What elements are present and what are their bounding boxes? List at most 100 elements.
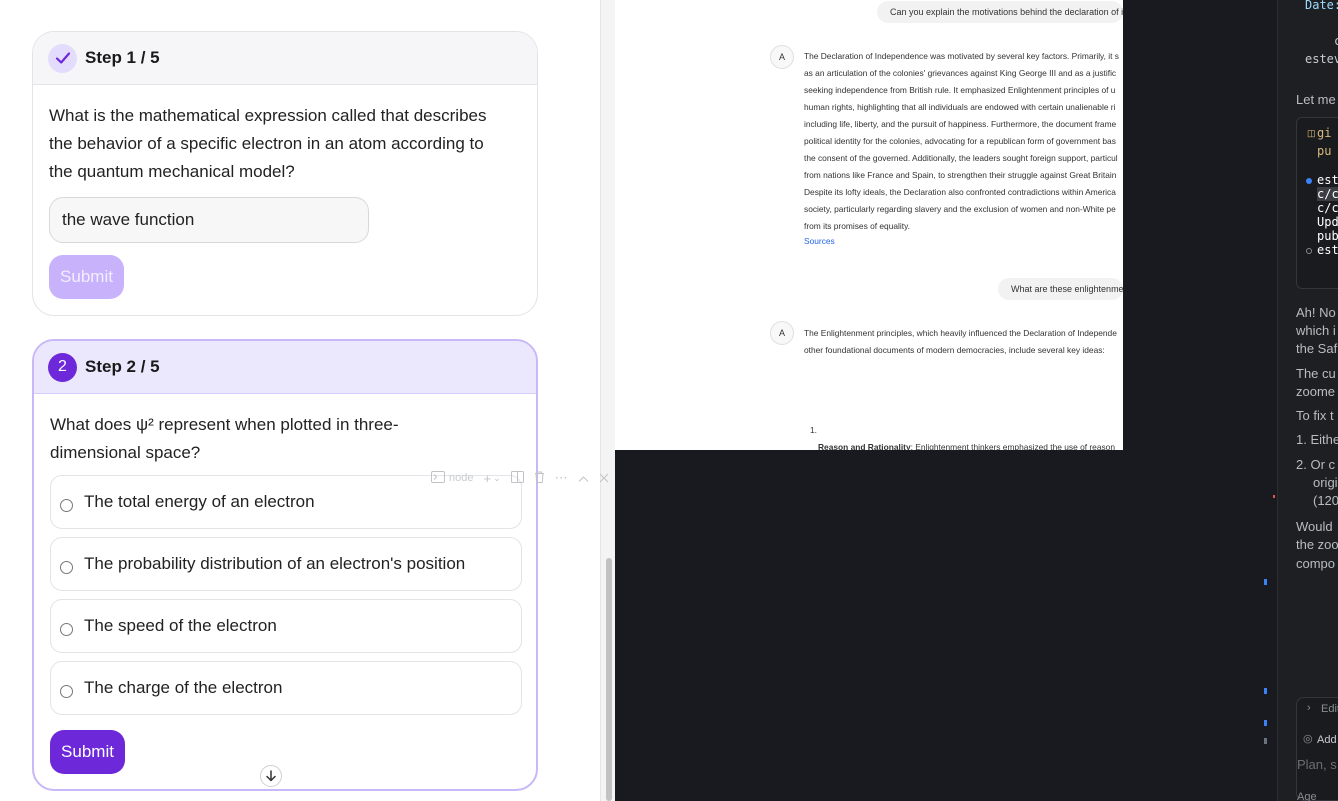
question-text: What does ψ² represent when plotted in t… <box>50 415 399 462</box>
answer-line: The Declaration of Independence was moti… <box>804 51 1119 61</box>
split-icon[interactable] <box>510 470 524 486</box>
answer-line: from its promises of equality. <box>804 221 910 231</box>
chevron-down-icon[interactable]: ⌄ <box>493 473 501 484</box>
scroll-marker <box>1264 688 1267 694</box>
submit-button[interactable]: Submit <box>50 730 125 774</box>
terminal-panel[interactable] <box>615 450 1277 801</box>
message-text: The cu <box>1296 366 1336 381</box>
message-text: Ah! No <box>1296 305 1336 320</box>
answer-input[interactable]: the wave function <box>49 197 369 243</box>
terminal-icon <box>431 470 445 486</box>
scroll-marker <box>1264 720 1267 726</box>
message-text: which i <box>1296 323 1336 338</box>
chevron-right-icon: › <box>1307 702 1311 714</box>
chevron-up-icon[interactable] <box>578 471 589 486</box>
commit-dot <box>1306 248 1312 254</box>
message-text: the Saf <box>1296 341 1338 356</box>
chat-input-box[interactable]: › Edit ◎ Add Plan, s Age <box>1296 697 1338 801</box>
message-text: (120 <box>1313 493 1338 508</box>
radio-button[interactable] <box>60 498 73 512</box>
message-text: To fix t <box>1296 408 1334 423</box>
quiz-pane: Step 1 / 5 What is the mathematical expr… <box>0 0 600 801</box>
option-label: The speed of the electron <box>84 616 277 635</box>
answer-line: from nations like France and Spain, to s… <box>804 170 1117 180</box>
answer-line: the consent of the governed. Additionall… <box>804 153 1118 163</box>
plus-icon[interactable]: + <box>483 471 491 486</box>
submit-button[interactable]: Submit <box>49 255 124 299</box>
message-text: Would <box>1296 519 1333 534</box>
arrow-down-icon[interactable] <box>260 765 282 787</box>
assistant-pane: Date: c estev Let me ◫ gi pu est c/c c/c… <box>1277 0 1338 801</box>
answer-line: The Enlightenment principles, which heav… <box>804 328 1117 338</box>
commit-line: est <box>1317 173 1338 187</box>
answer-line: seeking independence from British rule. … <box>804 85 1116 95</box>
message-text: Let me <box>1296 92 1336 107</box>
code-text: gi <box>1317 126 1332 140</box>
step-header: 2 Step 2 / 5 <box>34 341 536 394</box>
message-text: 2. Or c <box>1296 457 1336 472</box>
message-text: compo <box>1296 556 1336 571</box>
list-item-text: : Enlightenment thinkers emphasized the … <box>910 442 1115 450</box>
trash-icon[interactable] <box>534 471 545 486</box>
option-label: The charge of the electron <box>84 678 283 697</box>
add-context-button[interactable]: Add <box>1317 734 1337 746</box>
sources-link[interactable]: Sources <box>804 236 835 246</box>
agent-mode-selector[interactable]: Age <box>1297 791 1317 801</box>
radio-button[interactable] <box>60 684 73 698</box>
answer-line: other foundational documents of modern d… <box>804 345 1105 355</box>
step-number-badge: 2 <box>48 352 77 382</box>
option-label: The total energy of an electron <box>84 492 315 511</box>
user-message: Can you explain the motivations behind t… <box>877 1 1123 23</box>
answer-option[interactable]: The probability distribution of an elect… <box>50 537 522 591</box>
code-text: c <box>1334 34 1338 48</box>
scroll-marker <box>1264 579 1267 585</box>
answer-line: including life, liberty, and the pursuit… <box>804 119 1117 129</box>
answer-line: society, particularly regarding slavery … <box>804 204 1116 214</box>
scrollbar-thumb[interactable] <box>606 558 612 801</box>
scrollbar[interactable] <box>600 0 615 801</box>
code-text: pu <box>1317 144 1332 158</box>
radio-button[interactable] <box>60 622 73 636</box>
chat-pane: Can you explain the motivations behind t… <box>615 0 1123 450</box>
step-card-2: 2 Step 2 / 5 What does ψ² represent when… <box>32 339 538 791</box>
answer-option[interactable]: The charge of the electron <box>50 661 522 715</box>
commit-line: c/c <box>1317 187 1338 201</box>
code-text: estev <box>1305 52 1338 66</box>
error-marker <box>1273 495 1275 498</box>
terminal-toolbar: node + ⌄ ⋯ <box>431 470 609 486</box>
message-text: zoome <box>1296 384 1336 399</box>
assistant-avatar: A <box>770 321 794 345</box>
commit-dot <box>1306 178 1312 184</box>
more-icon[interactable]: ⋯ <box>555 470 568 486</box>
commit-line: pub <box>1317 229 1338 243</box>
edit-label[interactable]: Edit <box>1321 703 1338 715</box>
step-header: Step 1 / 5 <box>33 32 537 85</box>
commit-line: c/c <box>1317 201 1338 215</box>
check-icon <box>48 43 77 73</box>
user-message: What are these enlightenment <box>998 278 1123 300</box>
commit-line: est <box>1317 243 1338 257</box>
list-item: Reason and Rationality: Enlightenment th… <box>818 442 1115 450</box>
commit-line: Upd <box>1317 215 1338 229</box>
answer-line: political identity for the colonies, adv… <box>804 136 1116 146</box>
step-title: Step 1 / 5 <box>85 48 160 67</box>
step-card-1: Step 1 / 5 What is the mathematical expr… <box>32 31 538 316</box>
step-title: Step 2 / 5 <box>85 357 160 376</box>
answer-option[interactable]: The speed of the electron <box>50 599 522 653</box>
radio-button[interactable] <box>60 560 73 574</box>
scroll-marker <box>1264 738 1267 744</box>
at-icon: ◎ <box>1303 733 1313 745</box>
editor-area <box>1123 0 1277 450</box>
answer-line: human rights, highlighting that all indi… <box>804 102 1116 112</box>
message-text: 1. Eithe <box>1296 432 1338 447</box>
code-block: ◫ gi pu est c/c c/c Upd pub est <box>1296 117 1338 289</box>
question-text: What is the mathematical expression call… <box>49 106 487 181</box>
code-text: Date: <box>1305 0 1338 12</box>
answer-line: Despite its lofty ideals, the Declaratio… <box>804 187 1116 197</box>
chat-input-placeholder[interactable]: Plan, s <box>1297 757 1337 772</box>
close-icon[interactable] <box>599 471 609 486</box>
list-item-title: Reason and Rationality <box>818 442 911 450</box>
option-label: The probability distribution of an elect… <box>84 554 466 573</box>
assistant-avatar: A <box>770 45 794 69</box>
terminal-name[interactable]: node <box>449 472 473 484</box>
